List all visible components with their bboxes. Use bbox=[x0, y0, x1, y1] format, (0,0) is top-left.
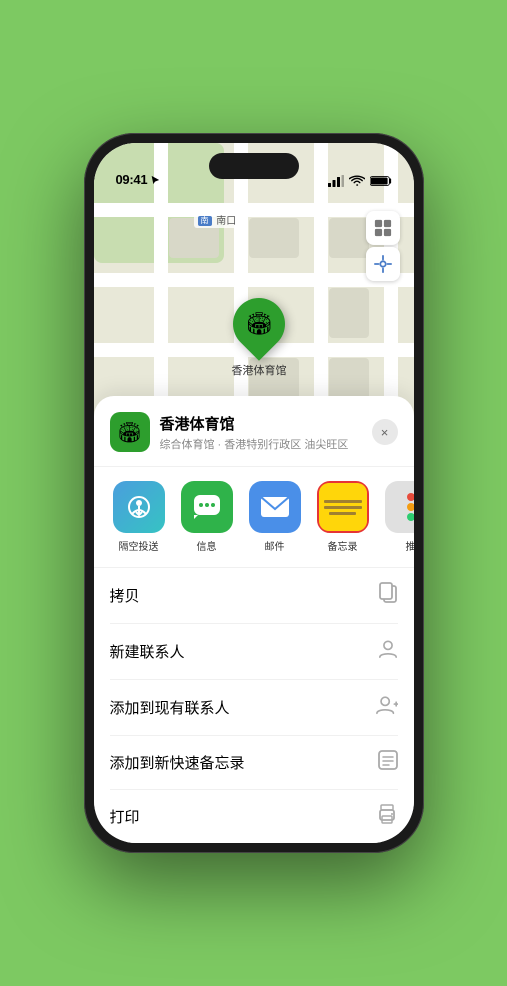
airdrop-icon bbox=[113, 481, 165, 533]
add-contact-label: 添加到现有联系人 bbox=[110, 697, 230, 718]
copy-label: 拷贝 bbox=[110, 585, 140, 606]
bottom-sheet: 🏟 香港体育馆 综合体育馆 · 香港特别行政区 油尖旺区 × bbox=[94, 396, 414, 843]
quick-note-label: 添加到新快速备忘录 bbox=[110, 752, 245, 773]
map-view-toggle-button[interactable] bbox=[366, 211, 400, 245]
action-copy[interactable]: 拷贝 bbox=[110, 568, 398, 624]
pin-circle: 🏟 bbox=[222, 287, 296, 361]
new-contact-label: 新建联系人 bbox=[110, 641, 185, 662]
notes-icon bbox=[317, 481, 369, 533]
venue-description: 综合体育馆 · 香港特别行政区 油尖旺区 bbox=[160, 436, 372, 452]
share-row: 隔空投送 信息 bbox=[94, 467, 414, 568]
message-label: 信息 bbox=[197, 538, 217, 553]
action-list: 拷贝 新建联系人 bbox=[94, 568, 414, 843]
stadium-pin[interactable]: 🏟 香港体育馆 bbox=[232, 298, 287, 378]
notes-label: 备忘录 bbox=[328, 538, 358, 553]
venue-name: 香港体育馆 bbox=[160, 413, 372, 434]
more-icon bbox=[385, 481, 414, 533]
status-icons bbox=[328, 175, 392, 187]
action-add-contact[interactable]: 添加到现有联系人 bbox=[110, 680, 398, 736]
map-controls[interactable] bbox=[366, 211, 400, 281]
phone-screen: 09:41 bbox=[94, 143, 414, 843]
person-icon bbox=[378, 638, 398, 665]
person-add-icon bbox=[376, 694, 398, 721]
airdrop-label: 隔空投送 bbox=[119, 538, 159, 553]
mail-icon bbox=[249, 481, 301, 533]
venue-icon: 🏟 bbox=[110, 412, 150, 452]
share-airdrop[interactable]: 隔空投送 bbox=[110, 481, 168, 553]
dynamic-island bbox=[209, 153, 299, 179]
map-south-gate-label: 南 南口 bbox=[194, 211, 241, 228]
share-message[interactable]: 信息 bbox=[178, 481, 236, 553]
share-more[interactable]: 推 bbox=[382, 481, 414, 553]
location-button[interactable] bbox=[366, 247, 400, 281]
close-button[interactable]: × bbox=[372, 419, 398, 445]
copy-icon bbox=[378, 582, 398, 609]
phone-frame: 09:41 bbox=[84, 133, 424, 853]
pin-label: 香港体育馆 bbox=[232, 362, 287, 378]
map-label-icon: 南 bbox=[198, 216, 212, 226]
print-label: 打印 bbox=[110, 806, 140, 827]
signal-icon bbox=[328, 175, 344, 187]
venue-info: 香港体育馆 综合体育馆 · 香港特别行政区 油尖旺区 bbox=[160, 413, 372, 452]
note-icon bbox=[378, 750, 398, 775]
wifi-icon bbox=[349, 175, 365, 187]
share-notes[interactable]: 备忘录 bbox=[314, 481, 372, 553]
mail-label: 邮件 bbox=[265, 538, 285, 553]
stadium-icon: 🏟 bbox=[245, 311, 273, 337]
action-print[interactable]: 打印 bbox=[110, 790, 398, 843]
print-icon bbox=[376, 804, 398, 829]
more-label: 推 bbox=[406, 538, 414, 553]
action-quick-note[interactable]: 添加到新快速备忘录 bbox=[110, 736, 398, 790]
status-time: 09:41 bbox=[116, 172, 148, 187]
location-arrow-icon bbox=[150, 175, 160, 185]
share-mail[interactable]: 邮件 bbox=[246, 481, 304, 553]
location-icon bbox=[374, 255, 392, 273]
venue-header: 🏟 香港体育馆 综合体育馆 · 香港特别行政区 油尖旺区 × bbox=[94, 412, 414, 467]
action-new-contact[interactable]: 新建联系人 bbox=[110, 624, 398, 680]
message-icon bbox=[181, 481, 233, 533]
battery-icon bbox=[370, 175, 392, 187]
